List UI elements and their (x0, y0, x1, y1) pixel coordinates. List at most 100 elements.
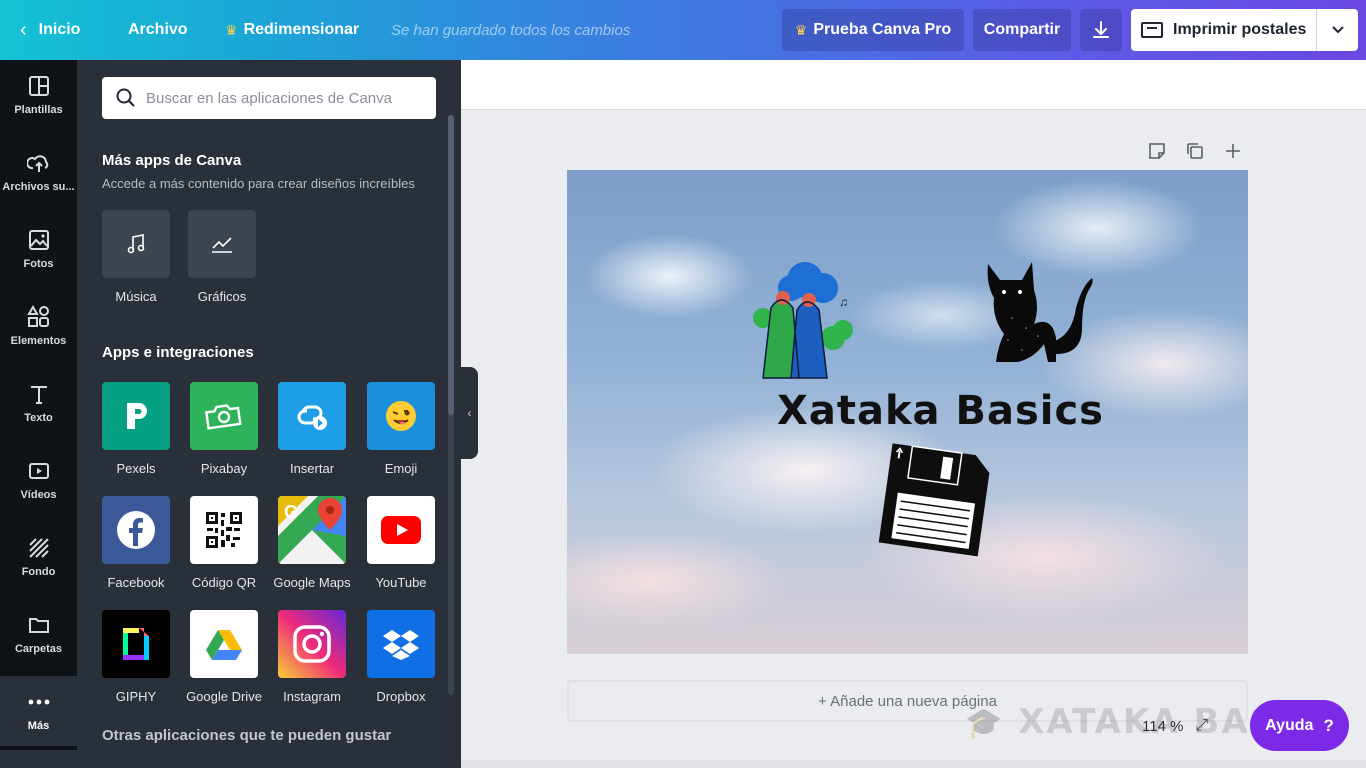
app-label: Código QR (191, 575, 257, 590)
background-icon (27, 536, 51, 560)
canvas-vertical-scrollbar[interactable] (1356, 110, 1366, 760)
print-options-dropdown[interactable] (1316, 9, 1358, 51)
more-apps-title: Más apps de Canva (102, 152, 242, 169)
qr-code-icon (206, 512, 242, 548)
youtube-icon (381, 516, 421, 544)
home-back-button[interactable]: ‹ Inicio (20, 0, 80, 60)
templates-icon (27, 74, 51, 98)
app-label: Gráficos (197, 289, 247, 304)
text-icon (27, 382, 51, 406)
black-cat-illustration[interactable] (982, 258, 1097, 366)
canvas-context-toolbar (461, 60, 1366, 110)
app-tile-dropbox[interactable] (367, 610, 435, 678)
panel-scrollbar-thumb[interactable] (448, 115, 454, 415)
app-tile-instagram[interactable] (278, 610, 346, 678)
photos-icon (27, 228, 51, 252)
try-pro-label: Prueba Canva Pro (813, 21, 952, 38)
fullscreen-icon[interactable]: ⤢ (1195, 717, 1208, 735)
apps-panel: Más apps de Canva Accede a más contenido… (77, 60, 461, 768)
note-icon (1149, 143, 1165, 159)
app-tile-google-drive[interactable] (190, 610, 258, 678)
nav-label: Fotos (23, 258, 54, 270)
app-tile-qr-code[interactable] (190, 496, 258, 564)
duplicate-icon (1187, 143, 1203, 159)
app-tile-google-maps[interactable]: G (278, 496, 346, 564)
app-label: Música (115, 289, 157, 304)
app-tile-emoji[interactable] (367, 382, 435, 450)
nav-videos[interactable]: Vídeos (0, 445, 77, 515)
app-tile-youtube[interactable] (367, 496, 435, 564)
nav-label: Más (27, 720, 50, 732)
nav-label: Vídeos (20, 489, 57, 501)
home-label: Inicio (38, 21, 81, 38)
design-page[interactable]: ♫ Xataka Basics (567, 170, 1248, 654)
pixabay-icon (204, 404, 242, 430)
google-drive-icon (206, 630, 242, 660)
folder-icon (27, 613, 51, 637)
file-menu-button[interactable]: Archivo (128, 0, 188, 60)
women-illustration[interactable]: ♫ (743, 258, 858, 383)
upload-cloud-icon (26, 151, 51, 175)
collapse-panel-button[interactable]: ‹ (461, 367, 478, 459)
help-label: Ayuda (1265, 716, 1314, 734)
app-label: Emoji (384, 461, 418, 476)
app-label: Pixabay (200, 461, 248, 476)
search-icon (116, 88, 135, 107)
floppy-disk-illustration[interactable] (877, 442, 995, 560)
try-pro-button[interactable]: ♛ Prueba Canva Pro (782, 9, 964, 51)
nav-text[interactable]: Texto (0, 368, 77, 438)
nav-background[interactable]: Fondo (0, 522, 77, 592)
print-label: Imprimir postales (1173, 21, 1307, 38)
chart-line-icon (212, 237, 232, 253)
duplicate-page-button[interactable] (1184, 140, 1206, 162)
chevron-down-icon (1331, 26, 1344, 34)
app-tile-facebook[interactable] (102, 496, 170, 564)
left-navigation: Plantillas Archivos su... Fotos Elemento… (0, 60, 77, 768)
nav-label: Plantillas (14, 104, 63, 116)
download-button[interactable] (1080, 9, 1122, 51)
postcard-icon (1141, 22, 1163, 38)
save-status: Se han guardado todos los cambios (391, 21, 631, 39)
nav-elements[interactable]: Elementos (0, 291, 77, 361)
crown-icon: ♛ (794, 21, 808, 38)
add-note-button[interactable] (1146, 140, 1168, 162)
nav-uploads[interactable]: Archivos su... (0, 137, 77, 207)
app-label: Google Drive (186, 689, 262, 704)
nav-label: Archivos su... (2, 181, 75, 193)
zoom-control[interactable]: 114 % ⤢ (1130, 704, 1250, 748)
instagram-icon (293, 625, 331, 663)
app-label: Google Maps (273, 575, 351, 590)
design-title-text[interactable]: Xataka Basics (777, 388, 1104, 434)
app-label: Facebook (107, 575, 165, 590)
resize-button[interactable]: ♛ Redimensionar (225, 0, 359, 60)
other-apps-title: Otras aplicaciones que te pueden gustar (102, 727, 392, 744)
nav-photos[interactable]: Fotos (0, 214, 77, 284)
giphy-icon (123, 628, 149, 660)
share-button[interactable]: Compartir (973, 9, 1071, 51)
app-tile-pixabay[interactable] (190, 382, 258, 450)
chevron-left-icon: ‹ (20, 18, 27, 41)
app-tile-pexels[interactable] (102, 382, 170, 450)
print-postcards-button[interactable]: Imprimir postales (1131, 9, 1316, 51)
zoom-level: 114 % (1142, 717, 1184, 735)
facebook-icon (117, 511, 155, 549)
app-tile-charts[interactable] (188, 210, 256, 278)
app-tile-giphy[interactable] (102, 610, 170, 678)
nav-more[interactable]: Más (0, 676, 77, 746)
add-page-icon-button[interactable] (1222, 140, 1244, 162)
nav-folders[interactable]: Carpetas (0, 599, 77, 669)
resize-label: Redimensionar (243, 21, 360, 38)
more-apps-subtitle: Accede a más contenido para crear diseño… (102, 176, 415, 191)
svg-text:♫: ♫ (839, 295, 848, 309)
canvas-horizontal-scrollbar[interactable] (461, 760, 1366, 768)
apps-search-input[interactable] (146, 89, 416, 107)
nav-templates[interactable]: Plantillas (0, 60, 77, 130)
apps-search-box[interactable] (102, 77, 436, 119)
elements-icon (26, 305, 51, 329)
video-icon (27, 459, 51, 483)
app-tile-embed[interactable] (278, 382, 346, 450)
nav-bottom-strip (0, 750, 77, 768)
help-button[interactable]: Ayuda ? (1250, 700, 1349, 751)
app-label: Insertar (289, 461, 335, 476)
app-tile-music[interactable] (102, 210, 170, 278)
